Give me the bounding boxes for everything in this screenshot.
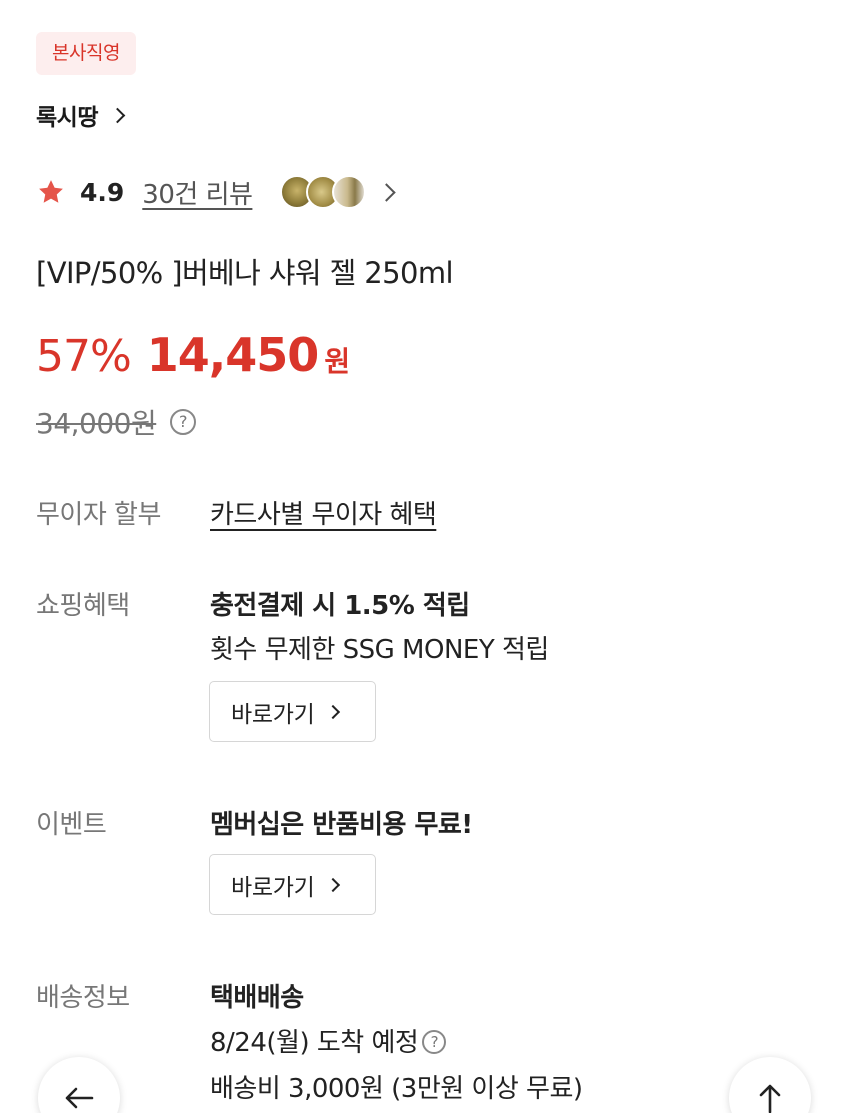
button-label: 바로가기 <box>231 874 315 901</box>
delivery-arrival-row: 8/24(월) 도착 예정? <box>210 1022 447 1059</box>
rating-score: 4.9 <box>80 177 125 207</box>
star-icon <box>39 180 63 203</box>
product-title: [VIP/50% ]버베나 샤워 젤 250ml <box>36 256 454 290</box>
shopping-benefit-label: 쇼핑혜택 <box>36 591 130 621</box>
back-button[interactable] <box>38 1057 120 1113</box>
help-icon[interactable]: ? <box>170 409 197 435</box>
delivery-arrival: 8/24(월) 도착 예정 <box>210 1028 419 1058</box>
installment-label: 무이자 할부 <box>36 500 161 530</box>
rating-row[interactable]: 4.9 30건 리뷰 <box>36 170 397 214</box>
chevron-right-icon <box>326 704 341 719</box>
price-row: 57% 14,450 원 <box>36 328 350 382</box>
shopping-benefit-desc: 횟수 무제한 SSG MONEY 적립 <box>210 635 549 665</box>
installment-benefit-link[interactable]: 카드사별 무이자 혜택 <box>210 500 437 530</box>
event-label: 이벤트 <box>36 810 107 840</box>
chevron-right-icon <box>109 107 126 123</box>
event-title: 멤버십은 반품비용 무료! <box>210 810 473 840</box>
scroll-top-button[interactable] <box>729 1057 811 1113</box>
chevron-right-icon <box>326 877 341 892</box>
review-count-link[interactable]: 30건 리뷰 <box>142 174 253 211</box>
original-price-row: 34,000원 ? <box>36 402 197 442</box>
arrow-left-icon <box>65 1087 94 1109</box>
delivery-fee: 배송비 3,000원 (3만원 이상 무료) <box>210 1074 583 1104</box>
delivery-method: 택배배송 <box>210 983 304 1013</box>
sale-price: 14,450 <box>146 328 320 382</box>
review-thumbnails[interactable] <box>280 175 367 209</box>
event-button[interactable]: 바로가기 <box>209 854 376 915</box>
original-price: 34,000원 <box>36 407 157 440</box>
brand-name: 록시땅 <box>36 105 98 131</box>
shopping-benefit-button[interactable]: 바로가기 <box>209 681 376 742</box>
help-icon[interactable]: ? <box>422 1029 447 1054</box>
shopping-benefit-title: 충전결제 시 1.5% 적립 <box>210 591 470 621</box>
chevron-right-icon <box>377 182 397 202</box>
discount-rate: 57% <box>36 331 132 382</box>
arrow-up-icon <box>759 1084 781 1113</box>
review-thumbnail[interactable] <box>332 175 367 209</box>
currency-unit: 원 <box>324 345 351 378</box>
direct-store-badge: 본사직영 <box>36 32 136 75</box>
delivery-label: 배송정보 <box>36 983 130 1013</box>
brand-link[interactable]: 록시땅 <box>36 98 126 132</box>
button-label: 바로가기 <box>231 701 315 728</box>
